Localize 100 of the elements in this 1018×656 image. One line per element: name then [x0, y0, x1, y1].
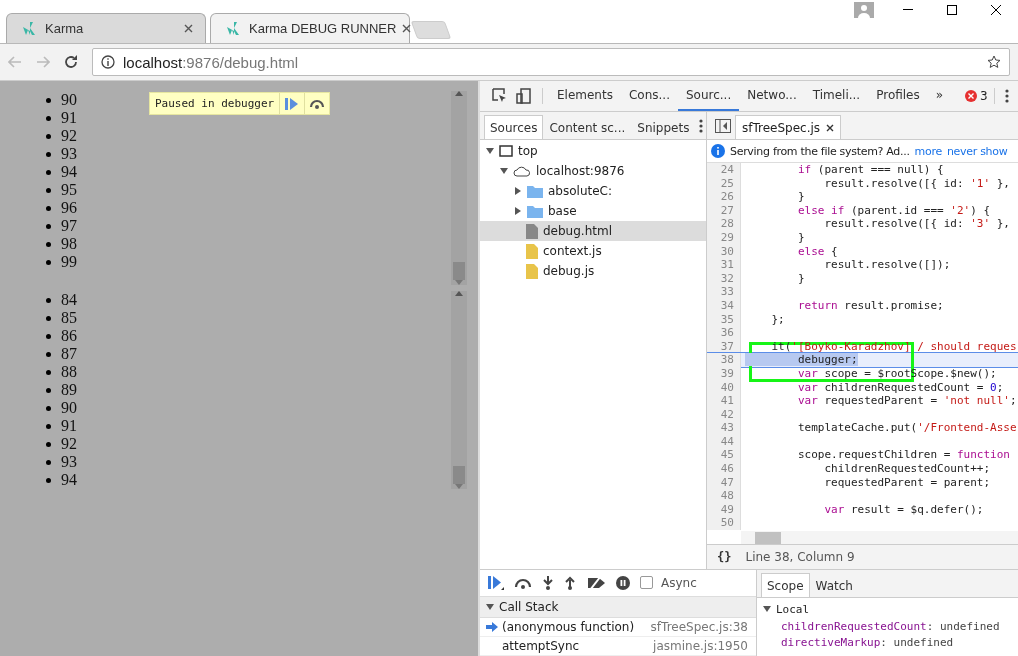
scroll-thumb[interactable] [453, 466, 465, 484]
cursor-position: Line 38, Column 9 [745, 550, 855, 564]
list-item: 94 [46, 163, 451, 181]
resume-icon[interactable] [488, 575, 504, 590]
scroll-up-icon[interactable] [455, 291, 463, 296]
devtools-tab[interactable]: Elements [549, 81, 621, 111]
tree-item[interactable]: context.js [480, 241, 706, 261]
line-number: 46 [707, 462, 741, 476]
info-icon[interactable] [101, 55, 115, 69]
list-item: 85 [46, 309, 451, 327]
pause-icon[interactable] [616, 575, 630, 590]
code-line: var childrenRequestedCount = 0; [796, 380, 1004, 395]
expand-arrow-icon[interactable] [514, 187, 522, 195]
script-file-icon [526, 243, 538, 259]
browser-tab[interactable]: Karma [6, 13, 206, 43]
expand-arrow-icon[interactable] [486, 147, 494, 155]
code-line: result.resolve([]); [823, 258, 951, 272]
code-line: else { [796, 244, 838, 259]
line-number: 38 [707, 353, 741, 367]
call-stack-frame[interactable]: (anonymous function) sfTreeSpec.js:38 [480, 617, 756, 637]
close-icon[interactable] [991, 5, 1001, 15]
close-icon[interactable] [402, 24, 412, 33]
star-icon[interactable] [987, 55, 1001, 69]
line-number: 26 [707, 190, 741, 204]
expand-arrow-icon[interactable] [500, 167, 508, 175]
info-link[interactable]: more [914, 144, 942, 158]
list-item: 93 [46, 453, 451, 471]
folder-icon [527, 204, 543, 218]
browser-tab[interactable]: Karma DEBUG RUNNER [210, 13, 410, 43]
line-number: 50 [707, 516, 741, 531]
resume-icon[interactable] [285, 97, 300, 110]
code-line: if (parent === null) { [796, 163, 944, 177]
info-link[interactable]: never show [946, 144, 1008, 158]
list-item: 92 [46, 127, 451, 145]
file-tab[interactable]: sfTreeSpec.js [735, 115, 842, 139]
code-line: childrenRequestedCount++; [823, 462, 991, 476]
code-line: result.resolve([{ id: '3' }, [823, 217, 1010, 231]
code-line: else if (parent.id === '2') { [796, 203, 991, 218]
list-item: 84 [46, 291, 451, 309]
sidebar-tab[interactable]: Scope [761, 573, 810, 597]
navigator-tab[interactable]: Content sc... [543, 115, 632, 139]
list-item: 86 [46, 327, 451, 345]
devtools-tab[interactable]: Netwo... [739, 81, 805, 111]
section-header[interactable]: Call Stack [480, 596, 756, 618]
info-icon [711, 144, 725, 158]
step-over-icon[interactable] [309, 98, 326, 109]
scroll-thumb[interactable] [453, 262, 465, 280]
tree-item[interactable]: debug.js [480, 261, 706, 281]
tree-item[interactable]: top [480, 141, 706, 161]
address-field[interactable]: localhost:9876/debug.html [92, 48, 1010, 76]
scrollbar[interactable] [451, 291, 467, 489]
file-icon [526, 223, 538, 239]
devtools-tab[interactable]: Cons... [620, 81, 678, 111]
code-line: } [796, 230, 805, 245]
code-line: requestedParent = parent; [823, 475, 991, 490]
list-item: 95 [46, 181, 451, 199]
pretty-print-button[interactable]: {} [717, 550, 732, 564]
line-number: 41 [707, 394, 741, 408]
expand-arrow-icon[interactable] [486, 602, 494, 611]
code-line: templateCache.put('/Frontend-Asse [796, 421, 1017, 435]
reload-icon[interactable] [64, 55, 78, 69]
line-number: 24 [707, 163, 741, 177]
tree-item[interactable]: absoluteC: [480, 181, 706, 201]
line-number: 36 [707, 326, 741, 340]
step-over-icon[interactable] [514, 576, 532, 589]
call-stack-frame[interactable]: attemptSync jasmine.js:1950 [480, 636, 756, 656]
list-item: 90 [46, 399, 451, 417]
tree-item[interactable]: debug.html [480, 221, 706, 241]
devtools-tab[interactable]: Timeli... [804, 81, 869, 111]
maximize-icon[interactable] [947, 5, 957, 15]
scroll-up-icon[interactable] [455, 91, 463, 96]
scope-variable: childrenRequestedCount: undefined [780, 620, 1001, 635]
step-into-icon[interactable] [542, 575, 554, 590]
step-out-icon[interactable] [564, 575, 576, 590]
list-item: 94 [46, 471, 451, 489]
list-item: 97 [46, 217, 451, 235]
code-line: var result = $q.defer(); [823, 502, 984, 517]
devtools-tab[interactable]: Profiles [868, 81, 928, 111]
more-tabs-button[interactable]: » [927, 81, 952, 111]
navigator-tab[interactable]: Sources [484, 115, 544, 139]
script-file-icon [526, 263, 538, 279]
code-line: }; [770, 312, 785, 327]
close-icon[interactable] [826, 123, 835, 132]
horizontal-scrollbar[interactable] [741, 531, 1018, 544]
list-item: 89 [46, 381, 451, 399]
async-checkbox[interactable]: Async [640, 575, 697, 590]
folder-icon [527, 184, 543, 198]
scrollbar[interactable] [451, 91, 467, 285]
expand-arrow-icon[interactable] [514, 207, 522, 215]
sidebar-tab[interactable]: Watch [809, 573, 859, 597]
minimize-icon[interactable] [903, 9, 913, 11]
deactivate-breakpoints-icon[interactable] [586, 575, 606, 590]
expand-arrow-icon[interactable] [763, 605, 771, 613]
tree-item[interactable]: localhost:9876 [480, 161, 706, 181]
navigator-tab[interactable]: Snippets [631, 115, 696, 139]
list-item: 91 [46, 109, 451, 127]
list-item: 93 [46, 145, 451, 163]
error-count[interactable]: 3 [965, 81, 988, 111]
tree-item[interactable]: base [480, 201, 706, 221]
line-number: 48 [707, 489, 741, 503]
